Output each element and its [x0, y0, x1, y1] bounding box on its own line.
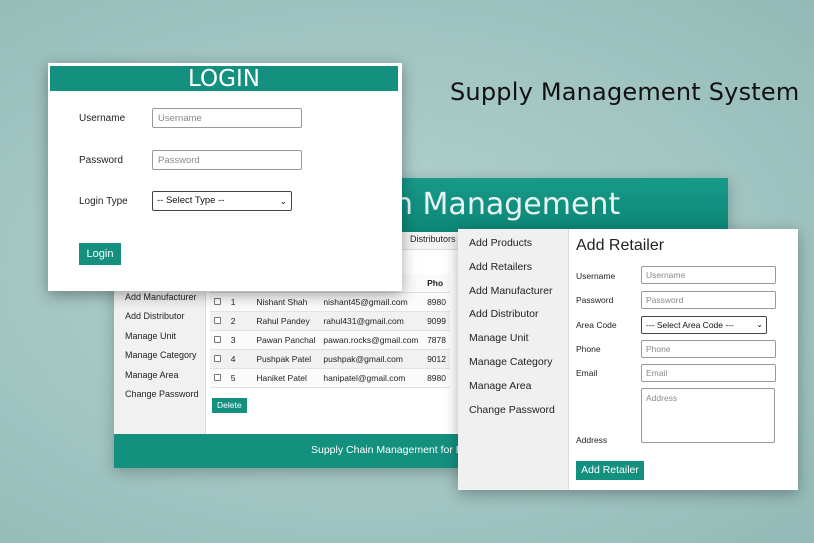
area-code-select[interactable]: --- Select Area Code --- ⌄ [641, 316, 767, 334]
nav-item-distributors[interactable]: Distributors [410, 234, 456, 244]
row-checkbox[interactable] [214, 354, 221, 362]
row-phone: 7878 [423, 330, 450, 350]
login-type-value: -- Select Type -- [157, 195, 225, 206]
row-email: nishant45@gmail.com [319, 292, 424, 312]
row-email: hanipatel@gmail.com [319, 368, 424, 388]
row-id: 3 [226, 330, 253, 350]
login-button[interactable]: Login [79, 243, 121, 265]
row-phone: 9099 [423, 311, 450, 331]
area-code-value: --- Select Area Code --- [646, 320, 734, 330]
username-label: Username [576, 271, 616, 281]
password-input[interactable] [152, 150, 302, 170]
admin-header-title: n Management [394, 187, 621, 222]
sidebar-item-add-manufacturer[interactable]: Add Manufacturer [469, 285, 552, 297]
sidebar-item-add-distributor[interactable]: Add Distributor [469, 308, 538, 320]
add-retailer-window: Add Products Add Retailers Add Manufactu… [458, 229, 798, 490]
login-type-label: Login Type [79, 196, 128, 207]
login-window: LOGIN Username Password Login Type -- Se… [48, 63, 402, 291]
email-label: Email [576, 368, 598, 378]
login-title: LOGIN [50, 66, 398, 92]
row-name: Haniket Patel [252, 368, 320, 388]
add-retailer-button[interactable]: Add Retailer [576, 461, 644, 480]
address-textarea[interactable] [641, 388, 775, 443]
username-input[interactable] [641, 266, 776, 284]
row-name: Rahul Pandey [252, 311, 320, 331]
delete-button[interactable]: Delete [212, 398, 247, 413]
sidebar-item-manage-category[interactable]: Manage Category [469, 356, 552, 368]
email-input[interactable] [641, 364, 776, 382]
row-id: 4 [226, 349, 253, 369]
footer-text: Supply Chain Management for B [311, 444, 463, 456]
page-title: Supply Management System [450, 78, 800, 106]
sidebar-item-manage-unit[interactable]: Manage Unit [469, 332, 529, 344]
phone-input[interactable] [641, 340, 776, 358]
row-checkbox[interactable] [214, 316, 221, 324]
password-label: Password [79, 155, 123, 166]
row-name: Pawan Panchal [252, 330, 320, 350]
row-email: rahul431@gmail.com [319, 311, 424, 331]
phone-label: Phone [576, 344, 601, 354]
sidebar-item-add-manufacturer[interactable]: Add Manufacturer [125, 292, 197, 302]
chevron-down-icon: ⌄ [756, 320, 763, 329]
table-row: 1 Nishant Shah nishant45@gmail.com 8980 [210, 292, 450, 312]
sidebar-item-change-password[interactable]: Change Password [125, 389, 199, 399]
table-row: 4 Pushpak Patel pushpak@gmail.com 9012 [210, 349, 450, 369]
sidebar-item-add-distributor[interactable]: Add Distributor [125, 311, 185, 321]
sidebar-item-change-password[interactable]: Change Password [469, 404, 555, 416]
password-label: Password [576, 295, 614, 305]
sidebar-item-add-products[interactable]: Add Products [469, 237, 532, 249]
distributor-table: Pho 1 Nishant Shah nishant45@gmail.com 8… [210, 274, 450, 388]
row-phone: 9012 [423, 349, 450, 369]
row-checkbox[interactable] [214, 373, 221, 381]
row-name: Pushpak Patel [252, 349, 320, 369]
username-label: Username [79, 113, 126, 124]
row-phone: 8980 [423, 292, 450, 312]
password-input[interactable] [641, 291, 776, 309]
add-retailer-title: Add Retailer [576, 237, 665, 254]
sidebar-item-manage-area[interactable]: Manage Area [469, 380, 531, 392]
row-email: pushpak@gmail.com [319, 349, 424, 369]
row-phone: 8980 [423, 368, 450, 388]
row-email: pawan.rocks@gmail.com [319, 330, 424, 350]
table-row: 5 Haniket Patel hanipatel@gmail.com 8980 [210, 368, 450, 388]
table-row: 2 Rahul Pandey rahul431@gmail.com 9099 [210, 311, 450, 331]
row-checkbox[interactable] [214, 335, 221, 343]
row-checkbox[interactable] [214, 297, 221, 305]
login-type-select[interactable]: -- Select Type -- ⌄ [152, 191, 292, 211]
retailer-sidebar: Add Products Add Retailers Add Manufactu… [458, 229, 569, 490]
row-id: 1 [226, 292, 253, 312]
table-row: 3 Pawan Panchal pawan.rocks@gmail.com 78… [210, 330, 450, 350]
area-code-label: Area Code [576, 320, 617, 330]
table-header-phone: Pho [423, 274, 450, 293]
row-id: 5 [226, 368, 253, 388]
sidebar-item-manage-area[interactable]: Manage Area [125, 370, 179, 380]
chevron-down-icon: ⌄ [279, 196, 287, 206]
row-id: 2 [226, 311, 253, 331]
username-input[interactable] [152, 108, 302, 128]
sidebar-item-add-retailers[interactable]: Add Retailers [469, 261, 532, 273]
sidebar-item-manage-unit[interactable]: Manage Unit [125, 331, 176, 341]
row-name: Nishant Shah [252, 292, 320, 312]
sidebar-item-manage-category[interactable]: Manage Category [125, 350, 197, 360]
address-label: Address [576, 435, 608, 445]
